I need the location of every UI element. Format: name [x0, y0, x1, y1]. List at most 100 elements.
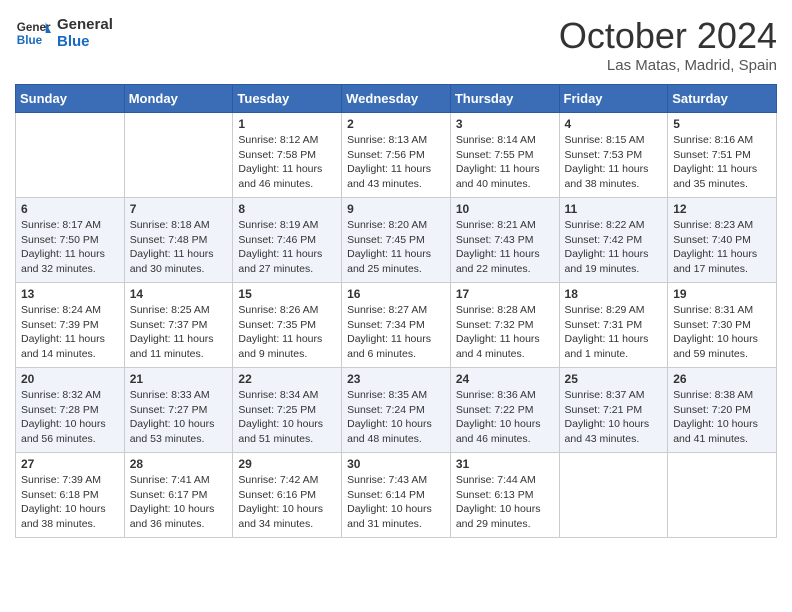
calendar-cell: 17Sunrise: 8:28 AM Sunset: 7:32 PM Dayli… [450, 283, 559, 368]
calendar-cell: 16 Sunrise: 8:27 AM Sunset: 7:34 PM Dayli… [342, 283, 451, 368]
calendar-cell: 6 Sunrise: 8:17 AM Sunset: 7:50 PM Daylig… [16, 198, 125, 283]
day-number: 20 [21, 372, 119, 386]
calendar-cell: 27 Sunrise: 7:39 AM Sunset: 6:18 PM Dayli… [16, 453, 125, 538]
day-info: Sunrise: 8:18 AM Sunset: 7:48 PM Dayligh… [130, 218, 228, 277]
day-info: Sunrise: 7:44 AM Sunset: 6:13 PM Dayligh… [456, 473, 554, 532]
calendar-cell: 2 Sunrise: 8:13 AM Sunset: 7:56 PM Daylig… [342, 113, 451, 198]
page-header: General Blue General Blue October 2024 L… [15, 15, 777, 74]
calendar-table: SundayMondayTuesdayWednesdayThursdayFrid… [15, 84, 777, 538]
day-info: Sunrise: 8:17 AM Sunset: 7:50 PM Dayligh… [21, 218, 119, 277]
calendar-cell [668, 453, 777, 538]
day-number: 3 [456, 117, 554, 131]
svg-text:Blue: Blue [17, 34, 43, 47]
day-number: 16 [347, 287, 445, 301]
day-info: Sunrise: 8:14 AM Sunset: 7:55 PM Dayligh… [456, 133, 554, 192]
header-day-saturday: Saturday [668, 85, 777, 113]
day-info: Sunrise: 8:34 AM Sunset: 7:25 PM Dayligh… [238, 388, 336, 447]
day-number: 21 [130, 372, 228, 386]
calendar-cell: 4Sunrise: 8:15 AM Sunset: 7:53 PM Daylig… [559, 113, 668, 198]
day-number: 15 [238, 287, 336, 301]
day-number: 5 [673, 117, 771, 131]
day-info: Sunrise: 8:23 AM Sunset: 7:40 PM Dayligh… [673, 218, 771, 277]
day-info: Sunrise: 8:33 AM Sunset: 7:27 PM Dayligh… [130, 388, 228, 447]
calendar-cell: 10Sunrise: 8:21 AM Sunset: 7:43 PM Dayli… [450, 198, 559, 283]
calendar-cell: 13 Sunrise: 8:24 AM Sunset: 7:39 PM Dayli… [16, 283, 125, 368]
day-number: 2 [347, 117, 445, 131]
day-info: Sunrise: 8:29 AM Sunset: 7:31 PM Dayligh… [565, 303, 663, 362]
day-info: Sunrise: 8:32 AM Sunset: 7:28 PM Dayligh… [21, 388, 119, 447]
calendar-cell: 1Sunrise: 8:12 AM Sunset: 7:58 PM Daylig… [233, 113, 342, 198]
day-number: 22 [238, 372, 336, 386]
header-day-tuesday: Tuesday [233, 85, 342, 113]
calendar-cell: 28 Sunrise: 7:41 AM Sunset: 6:17 PM Dayli… [124, 453, 233, 538]
calendar-cell: 7 Sunrise: 8:18 AM Sunset: 7:48 PM Daylig… [124, 198, 233, 283]
calendar-cell: 31 Sunrise: 7:44 AM Sunset: 6:13 PM Dayli… [450, 453, 559, 538]
day-info: Sunrise: 8:35 AM Sunset: 7:24 PM Dayligh… [347, 388, 445, 447]
day-number: 4 [565, 117, 663, 131]
day-number: 31 [456, 457, 554, 471]
day-info: Sunrise: 7:41 AM Sunset: 6:17 PM Dayligh… [130, 473, 228, 532]
logo-blue-text: Blue [57, 33, 113, 50]
calendar-cell [124, 113, 233, 198]
day-number: 23 [347, 372, 445, 386]
logo: General Blue General Blue [15, 15, 113, 51]
calendar-week-3: 13 Sunrise: 8:24 AM Sunset: 7:39 PM Dayli… [16, 283, 777, 368]
calendar-cell: 26Sunrise: 8:38 AM Sunset: 7:20 PM Dayli… [668, 368, 777, 453]
calendar-header: SundayMondayTuesdayWednesdayThursdayFrid… [16, 85, 777, 113]
logo-general-text: General [57, 16, 113, 33]
header-row: SundayMondayTuesdayWednesdayThursdayFrid… [16, 85, 777, 113]
day-info: Sunrise: 8:16 AM Sunset: 7:51 PM Dayligh… [673, 133, 771, 192]
day-info: Sunrise: 8:28 AM Sunset: 7:32 PM Dayligh… [456, 303, 554, 362]
header-day-monday: Monday [124, 85, 233, 113]
calendar-cell: 30Sunrise: 7:43 AM Sunset: 6:14 PM Dayli… [342, 453, 451, 538]
calendar-cell: 29 Sunrise: 7:42 AM Sunset: 6:16 PM Dayli… [233, 453, 342, 538]
calendar-cell: 19 Sunrise: 8:31 AM Sunset: 7:30 PM Dayli… [668, 283, 777, 368]
day-number: 14 [130, 287, 228, 301]
calendar-week-5: 27 Sunrise: 7:39 AM Sunset: 6:18 PM Dayli… [16, 453, 777, 538]
calendar-week-1: 1Sunrise: 8:12 AM Sunset: 7:58 PM Daylig… [16, 113, 777, 198]
day-number: 6 [21, 202, 119, 216]
day-number: 8 [238, 202, 336, 216]
calendar-week-2: 6 Sunrise: 8:17 AM Sunset: 7:50 PM Daylig… [16, 198, 777, 283]
day-info: Sunrise: 8:27 AM Sunset: 7:34 PM Dayligh… [347, 303, 445, 362]
day-number: 29 [238, 457, 336, 471]
calendar-cell: 20 Sunrise: 8:32 AM Sunset: 7:28 PM Dayli… [16, 368, 125, 453]
day-number: 12 [673, 202, 771, 216]
day-number: 27 [21, 457, 119, 471]
location-subtitle: Las Matas, Madrid, Spain [559, 57, 777, 74]
month-title: October 2024 [559, 15, 777, 57]
day-number: 9 [347, 202, 445, 216]
day-info: Sunrise: 8:26 AM Sunset: 7:35 PM Dayligh… [238, 303, 336, 362]
day-number: 11 [565, 202, 663, 216]
day-number: 26 [673, 372, 771, 386]
day-number: 7 [130, 202, 228, 216]
day-number: 13 [21, 287, 119, 301]
day-info: Sunrise: 8:20 AM Sunset: 7:45 PM Dayligh… [347, 218, 445, 277]
day-info: Sunrise: 7:42 AM Sunset: 6:16 PM Dayligh… [238, 473, 336, 532]
calendar-cell: 11 Sunrise: 8:22 AM Sunset: 7:42 PM Dayli… [559, 198, 668, 283]
day-number: 30 [347, 457, 445, 471]
title-block: October 2024 Las Matas, Madrid, Spain [559, 15, 777, 74]
day-info: Sunrise: 8:13 AM Sunset: 7:56 PM Dayligh… [347, 133, 445, 192]
calendar-cell: 22 Sunrise: 8:34 AM Sunset: 7:25 PM Dayli… [233, 368, 342, 453]
header-day-thursday: Thursday [450, 85, 559, 113]
calendar-cell: 15 Sunrise: 8:26 AM Sunset: 7:35 PM Dayli… [233, 283, 342, 368]
day-info: Sunrise: 8:24 AM Sunset: 7:39 PM Dayligh… [21, 303, 119, 362]
header-day-friday: Friday [559, 85, 668, 113]
day-number: 28 [130, 457, 228, 471]
day-info: Sunrise: 8:22 AM Sunset: 7:42 PM Dayligh… [565, 218, 663, 277]
calendar-cell: 23 Sunrise: 8:35 AM Sunset: 7:24 PM Dayli… [342, 368, 451, 453]
header-day-wednesday: Wednesday [342, 85, 451, 113]
day-number: 25 [565, 372, 663, 386]
day-info: Sunrise: 7:39 AM Sunset: 6:18 PM Dayligh… [21, 473, 119, 532]
calendar-cell: 14 Sunrise: 8:25 AM Sunset: 7:37 PM Dayli… [124, 283, 233, 368]
day-number: 1 [238, 117, 336, 131]
calendar-cell [559, 453, 668, 538]
day-number: 18 [565, 287, 663, 301]
day-number: 19 [673, 287, 771, 301]
day-info: Sunrise: 8:36 AM Sunset: 7:22 PM Dayligh… [456, 388, 554, 447]
day-info: Sunrise: 8:31 AM Sunset: 7:30 PM Dayligh… [673, 303, 771, 362]
day-info: Sunrise: 8:25 AM Sunset: 7:37 PM Dayligh… [130, 303, 228, 362]
day-info: Sunrise: 8:21 AM Sunset: 7:43 PM Dayligh… [456, 218, 554, 277]
calendar-cell: 21 Sunrise: 8:33 AM Sunset: 7:27 PM Dayli… [124, 368, 233, 453]
